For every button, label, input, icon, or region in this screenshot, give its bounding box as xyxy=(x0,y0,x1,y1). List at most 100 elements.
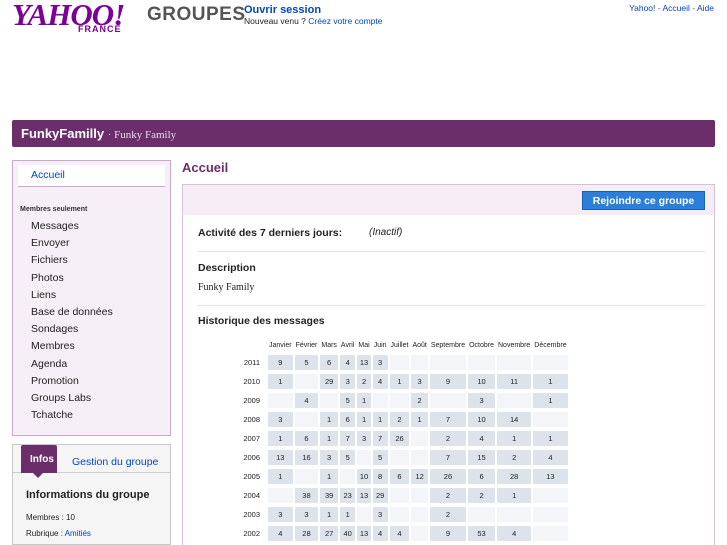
create-account-link[interactable]: Créez votre compte xyxy=(308,16,382,26)
history-count-cell[interactable]: 26 xyxy=(389,431,410,446)
history-count-cell[interactable]: 7 xyxy=(372,431,388,446)
history-count-cell[interactable]: 7 xyxy=(429,450,467,465)
history-count-cell[interactable]: 23 xyxy=(339,488,356,503)
history-count-cell[interactable]: 1 xyxy=(533,374,568,389)
sidebar-item-promotion[interactable]: Promotion xyxy=(31,373,113,390)
history-count-cell[interactable]: 1 xyxy=(339,507,356,522)
history-count-cell[interactable]: 3 xyxy=(411,374,428,389)
history-count-cell[interactable]: 4 xyxy=(372,526,388,541)
top-link-yahoo[interactable]: Yahoo! xyxy=(629,3,655,13)
history-count-cell[interactable]: 1 xyxy=(533,393,568,408)
history-count-cell[interactable]: 3 xyxy=(357,431,371,446)
history-count-cell[interactable]: 2 xyxy=(411,393,428,408)
history-count-cell[interactable]: 1 xyxy=(372,412,388,427)
history-count-cell[interactable]: 4 xyxy=(468,431,495,446)
top-link-home[interactable]: Accueil xyxy=(662,3,689,13)
history-count-cell[interactable]: 1 xyxy=(320,469,338,484)
sidebar-item-files[interactable]: Fichiers xyxy=(31,252,113,269)
history-count-cell[interactable]: 3 xyxy=(372,355,388,370)
sidebar-item-groups-labs[interactable]: Groups Labs xyxy=(31,390,113,407)
signin-link[interactable]: Ouvrir session xyxy=(244,5,382,16)
sidebar-item-photos[interactable]: Photos xyxy=(31,270,113,287)
history-count-cell[interactable]: 3 xyxy=(268,412,293,427)
history-count-cell[interactable]: 3 xyxy=(320,450,338,465)
history-count-cell[interactable]: 53 xyxy=(468,526,495,541)
history-count-cell[interactable]: 38 xyxy=(294,488,319,503)
history-count-cell[interactable]: 2 xyxy=(497,450,532,465)
history-count-cell[interactable]: 7 xyxy=(429,412,467,427)
history-count-cell[interactable]: 26 xyxy=(429,469,467,484)
history-count-cell[interactable]: 2 xyxy=(429,488,467,503)
history-count-cell[interactable]: 5 xyxy=(294,355,319,370)
history-count-cell[interactable]: 1 xyxy=(320,431,338,446)
history-count-cell[interactable]: 5 xyxy=(339,393,356,408)
history-count-cell[interactable]: 6 xyxy=(339,412,356,427)
history-count-cell[interactable]: 5 xyxy=(339,450,356,465)
join-group-button[interactable]: Rejoindre ce groupe xyxy=(582,191,705,210)
history-count-cell[interactable]: 2 xyxy=(429,507,467,522)
tab-manage-group[interactable]: Gestion du groupe xyxy=(72,456,158,468)
history-count-cell[interactable]: 1 xyxy=(497,431,532,446)
history-count-cell[interactable]: 6 xyxy=(389,469,410,484)
history-count-cell[interactable]: 4 xyxy=(268,526,293,541)
sidebar-item-chat[interactable]: Tchatche xyxy=(31,407,113,424)
history-count-cell[interactable]: 4 xyxy=(339,355,356,370)
history-count-cell[interactable]: 3 xyxy=(372,507,388,522)
history-count-cell[interactable]: 9 xyxy=(429,374,467,389)
history-count-cell[interactable]: 10 xyxy=(468,374,495,389)
history-count-cell[interactable]: 1 xyxy=(533,431,568,446)
history-count-cell[interactable]: 1 xyxy=(357,393,371,408)
history-count-cell[interactable]: 4 xyxy=(294,393,319,408)
history-count-cell[interactable]: 29 xyxy=(372,488,388,503)
history-count-cell[interactable]: 16 xyxy=(294,450,319,465)
history-count-cell[interactable]: 27 xyxy=(320,526,338,541)
history-count-cell[interactable]: 13 xyxy=(357,488,371,503)
history-count-cell[interactable]: 7 xyxy=(339,431,356,446)
history-count-cell[interactable]: 40 xyxy=(339,526,356,541)
sidebar-item-polls[interactable]: Sondages xyxy=(31,321,113,338)
history-count-cell[interactable]: 1 xyxy=(411,412,428,427)
history-count-cell[interactable]: 2 xyxy=(429,431,467,446)
history-count-cell[interactable]: 1 xyxy=(357,412,371,427)
history-count-cell[interactable]: 6 xyxy=(320,355,338,370)
sidebar-item-database[interactable]: Base de données xyxy=(31,304,113,321)
yahoo-logo[interactable]: YAHOO! FRANCE xyxy=(12,0,142,34)
history-count-cell[interactable]: 9 xyxy=(268,355,293,370)
history-count-cell[interactable]: 1 xyxy=(268,431,293,446)
history-count-cell[interactable]: 1 xyxy=(320,412,338,427)
history-count-cell[interactable]: 10 xyxy=(357,469,371,484)
history-count-cell[interactable]: 28 xyxy=(497,469,532,484)
history-count-cell[interactable]: 1 xyxy=(268,374,293,389)
history-count-cell[interactable]: 3 xyxy=(294,507,319,522)
category-link[interactable]: Amitiés xyxy=(65,529,91,538)
history-count-cell[interactable]: 2 xyxy=(357,374,371,389)
top-link-help[interactable]: Aide xyxy=(697,3,714,13)
history-count-cell[interactable]: 28 xyxy=(294,526,319,541)
history-count-cell[interactable]: 2 xyxy=(389,412,410,427)
history-count-cell[interactable]: 1 xyxy=(320,507,338,522)
history-count-cell[interactable]: 11 xyxy=(497,374,532,389)
history-count-cell[interactable]: 12 xyxy=(411,469,428,484)
history-count-cell[interactable]: 3 xyxy=(268,507,293,522)
history-count-cell[interactable]: 2 xyxy=(468,488,495,503)
sidebar-item-post[interactable]: Envoyer xyxy=(31,235,113,252)
history-count-cell[interactable]: 3 xyxy=(468,393,495,408)
history-count-cell[interactable]: 39 xyxy=(320,488,338,503)
history-count-cell[interactable]: 10 xyxy=(468,412,495,427)
history-count-cell[interactable]: 6 xyxy=(468,469,495,484)
history-count-cell[interactable]: 29 xyxy=(320,374,338,389)
history-count-cell[interactable]: 4 xyxy=(497,526,532,541)
history-count-cell[interactable]: 1 xyxy=(389,374,410,389)
history-count-cell[interactable]: 5 xyxy=(372,450,388,465)
history-count-cell[interactable]: 13 xyxy=(533,469,568,484)
history-count-cell[interactable]: 13 xyxy=(268,450,293,465)
history-count-cell[interactable]: 8 xyxy=(372,469,388,484)
history-count-cell[interactable]: 13 xyxy=(357,355,371,370)
sidebar-item-members[interactable]: Membres xyxy=(31,338,113,355)
history-count-cell[interactable]: 1 xyxy=(497,488,532,503)
groupes-logo[interactable]: GROUPES xyxy=(147,4,246,26)
history-count-cell[interactable]: 1 xyxy=(268,469,293,484)
sidebar-item-links[interactable]: Liens xyxy=(31,287,113,304)
sidebar-item-calendar[interactable]: Agenda xyxy=(31,356,113,373)
history-count-cell[interactable]: 14 xyxy=(497,412,532,427)
